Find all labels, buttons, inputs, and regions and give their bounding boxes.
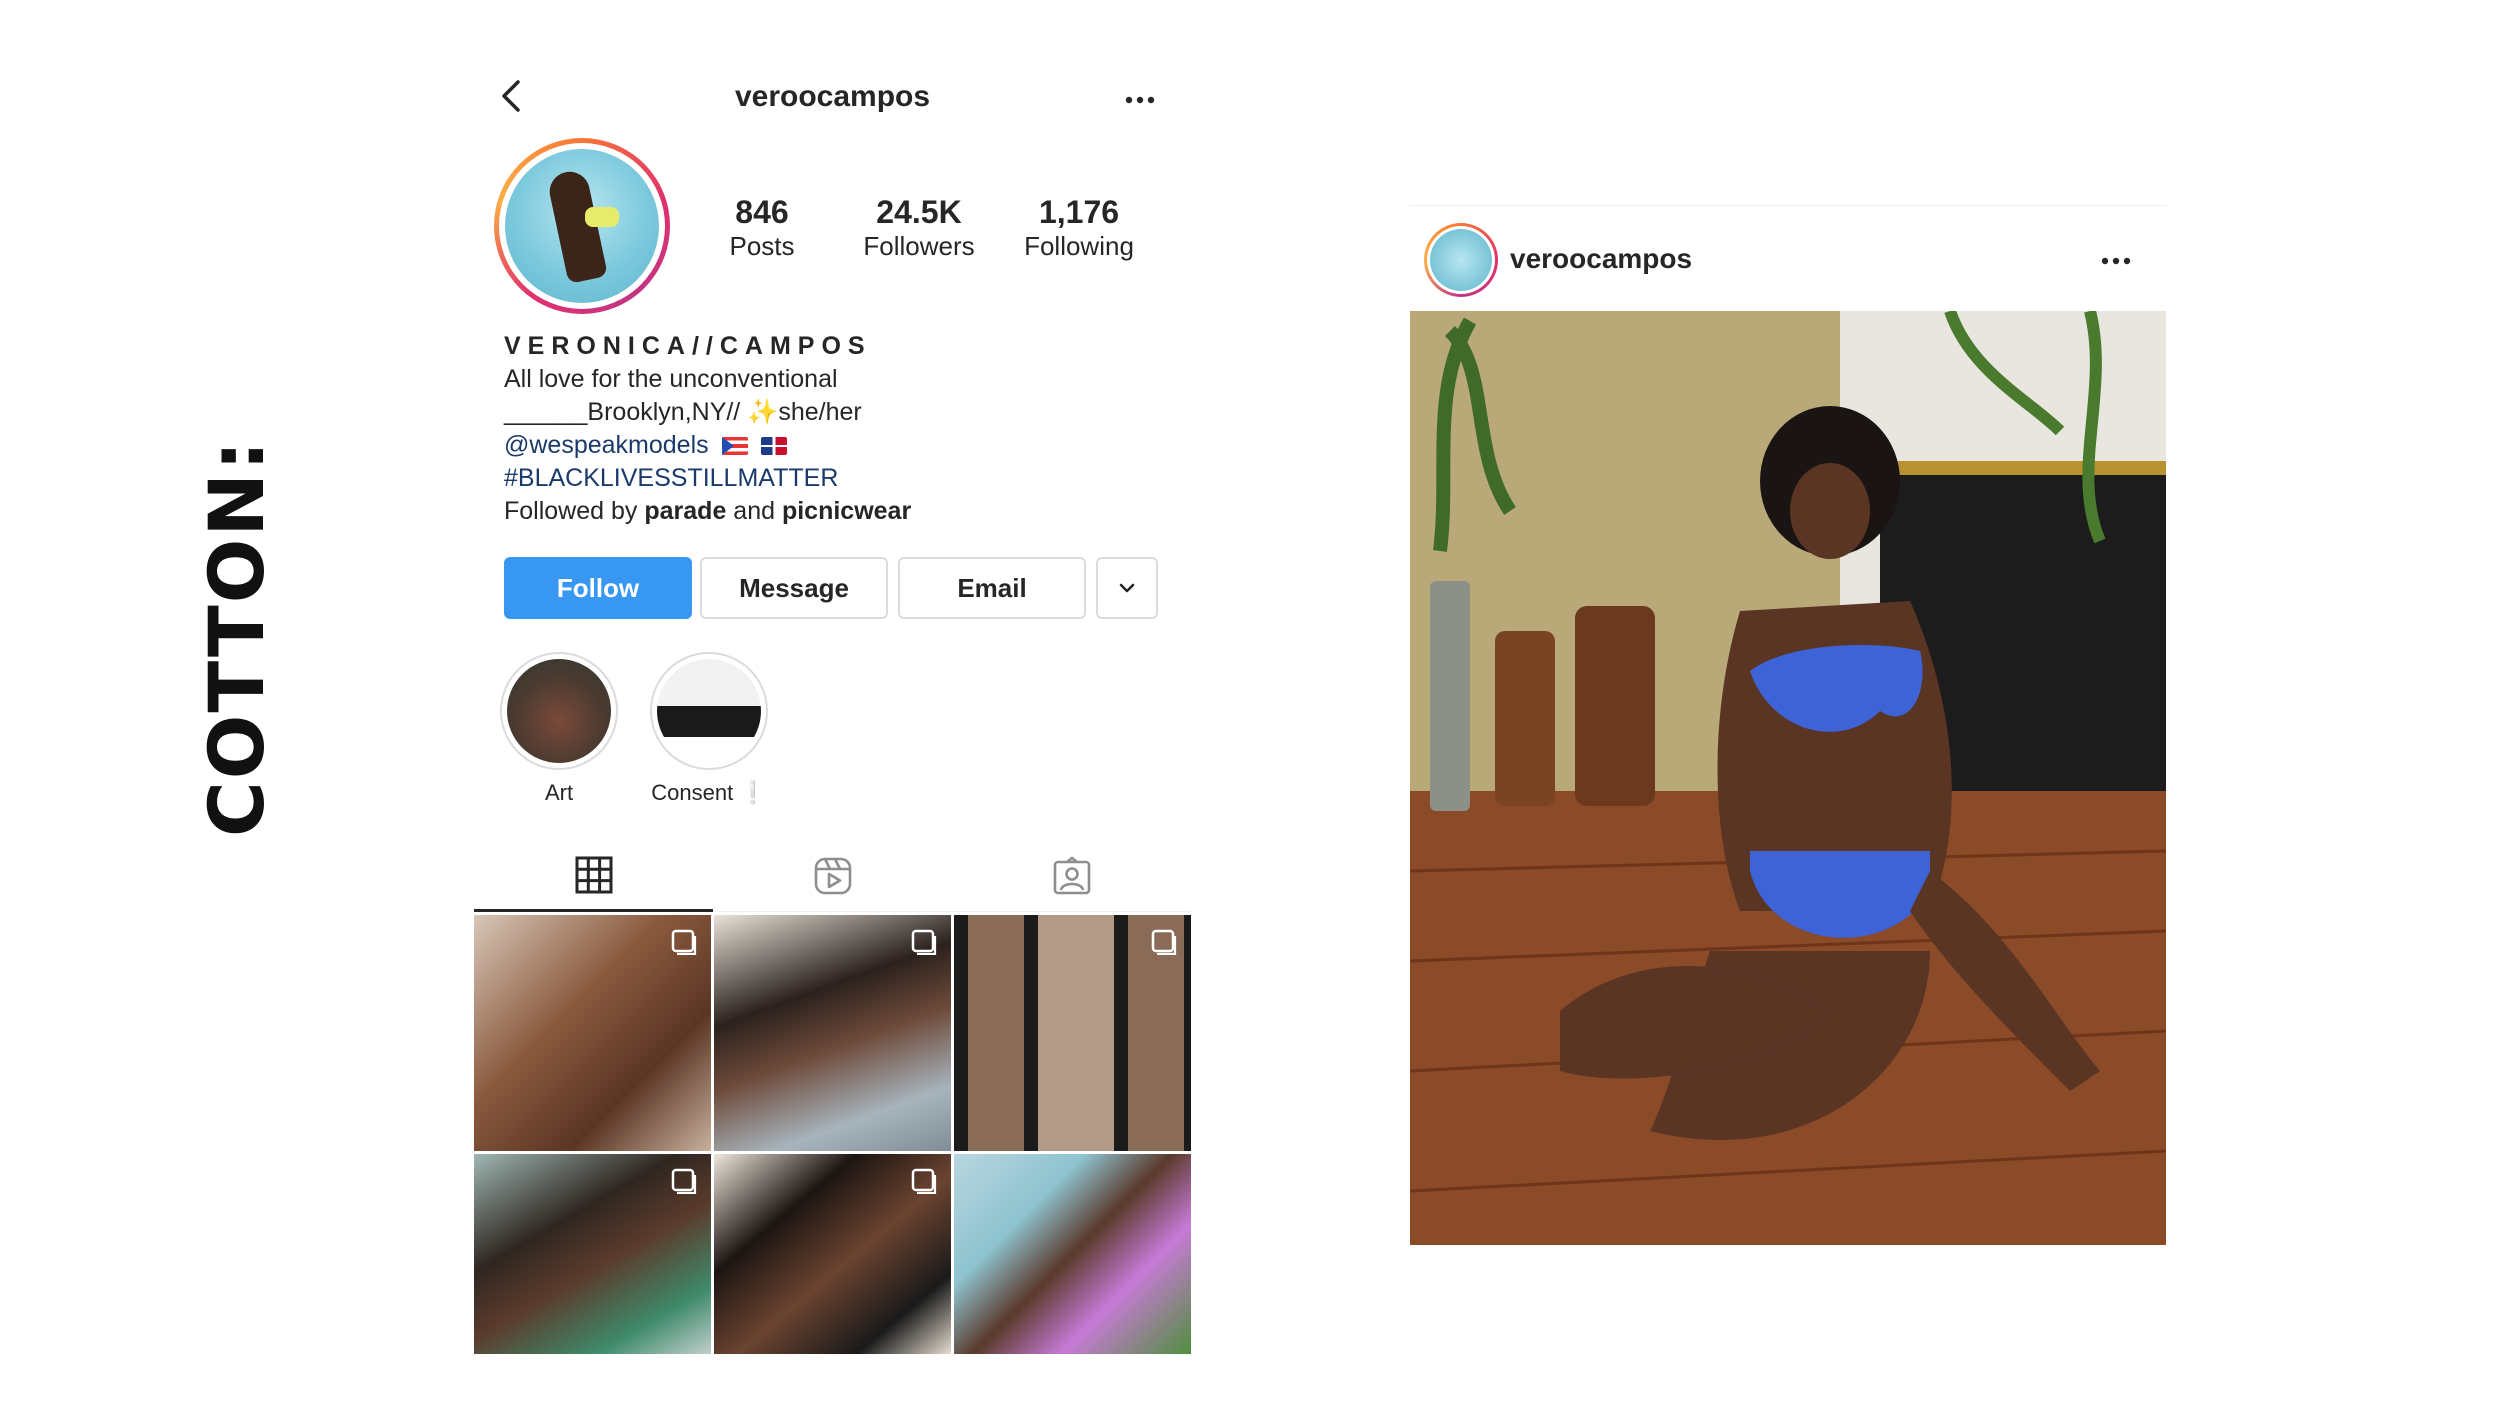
- highlight-consent-cover: [657, 659, 761, 763]
- profile-avatar[interactable]: [494, 138, 670, 314]
- multiple-photos-icon: [911, 1168, 937, 1194]
- followed-by-user-2[interactable]: picnicwear: [782, 497, 911, 525]
- profile-username-title: veroocampos: [734, 80, 931, 113]
- dominican-flag-icon: [760, 437, 787, 456]
- profile-avatar-image: [505, 149, 659, 303]
- bio-mention-row: @wespeakmodels: [504, 429, 1164, 462]
- highlight-consent-label: Consent ❕: [651, 780, 767, 805]
- email-button[interactable]: Email: [898, 557, 1086, 619]
- multiple-photos-icon: [911, 929, 937, 955]
- grid-post-1[interactable]: [474, 915, 711, 1151]
- multiple-photos-icon: [671, 929, 697, 955]
- grid-icon: [575, 856, 612, 893]
- post-avatar[interactable]: [1424, 223, 1498, 297]
- more-options-icon[interactable]: [1120, 80, 1160, 120]
- bio-display-name: VERONICA//CAMPOS: [504, 332, 872, 360]
- post-avatar-image: [1430, 229, 1492, 291]
- chevron-down-icon: [1119, 583, 1135, 593]
- grid-post-4[interactable]: [474, 1154, 711, 1354]
- grid-post-6-illustration[interactable]: [954, 1154, 1191, 1354]
- followed-by-and: and: [733, 497, 776, 525]
- message-button[interactable]: Message: [700, 557, 888, 619]
- stat-followers-label: Followers: [863, 231, 975, 261]
- stat-followers[interactable]: 24.5K Followers: [844, 194, 994, 262]
- bio-hashtag-link[interactable]: #BLACKLIVESSTILLMATTER: [504, 462, 1164, 495]
- tagged-icon: [1053, 856, 1090, 895]
- puerto-rico-flag-icon: [721, 437, 748, 456]
- stat-following[interactable]: 1,176 Following: [1004, 194, 1154, 262]
- bio-line-1: All love for the unconventional: [504, 365, 838, 393]
- profile-topbar: veroocampos: [474, 60, 1191, 140]
- followed-by-prefix: Followed by: [504, 497, 638, 525]
- side-label-cotton: COTTON:: [192, 438, 281, 837]
- post-more-options-icon[interactable]: [2096, 241, 2136, 281]
- follow-button[interactable]: Follow: [504, 557, 692, 619]
- multiple-photos-icon: [671, 1168, 697, 1194]
- profile-tabs: [474, 840, 1191, 912]
- post-header: veroocampos: [1410, 219, 2166, 299]
- stat-following-value: 1,176: [1038, 194, 1120, 230]
- post-username[interactable]: veroocampos: [1510, 243, 1692, 275]
- stat-posts[interactable]: 846 Posts: [702, 194, 822, 262]
- grid-post-5[interactable]: [714, 1154, 951, 1354]
- profile-bio: VERONICA//CAMPOS All love for the unconv…: [504, 330, 1164, 528]
- highlight-art-cover: [507, 659, 611, 763]
- highlight-consent[interactable]: Consent ❕: [650, 652, 768, 806]
- stat-posts-label: Posts: [729, 231, 795, 261]
- bio-followed-by: Followed by parade and picnicwear: [504, 495, 1164, 528]
- stat-posts-value: 846: [735, 194, 789, 230]
- post-photo-scene: [1410, 311, 2166, 1245]
- highlight-art[interactable]: Art: [500, 652, 618, 806]
- profile-screen: veroocampos 846 Posts 24.5K Followers 1,…: [474, 60, 1191, 1360]
- reels-icon: [814, 857, 851, 895]
- suggested-dropdown-button[interactable]: [1096, 557, 1158, 619]
- grid-post-2[interactable]: [714, 915, 951, 1151]
- stat-following-label: Following: [1024, 231, 1134, 261]
- multiple-photos-icon: [1151, 929, 1177, 955]
- stat-followers-value: 24.5K: [876, 194, 962, 230]
- tab-reels[interactable]: [713, 840, 952, 912]
- bio-mention-link[interactable]: @wespeakmodels: [504, 431, 709, 459]
- tab-tagged[interactable]: [952, 840, 1191, 912]
- post-divider: [1410, 205, 2166, 206]
- grid-post-3[interactable]: [954, 915, 1191, 1151]
- tab-grid[interactable]: [474, 840, 713, 912]
- followed-by-user-1[interactable]: parade: [644, 497, 726, 525]
- highlight-art-label: Art: [544, 780, 574, 805]
- bio-line-2: ______Brooklyn,NY// ✨she/her: [504, 398, 862, 426]
- post-photo[interactable]: [1410, 311, 2166, 1245]
